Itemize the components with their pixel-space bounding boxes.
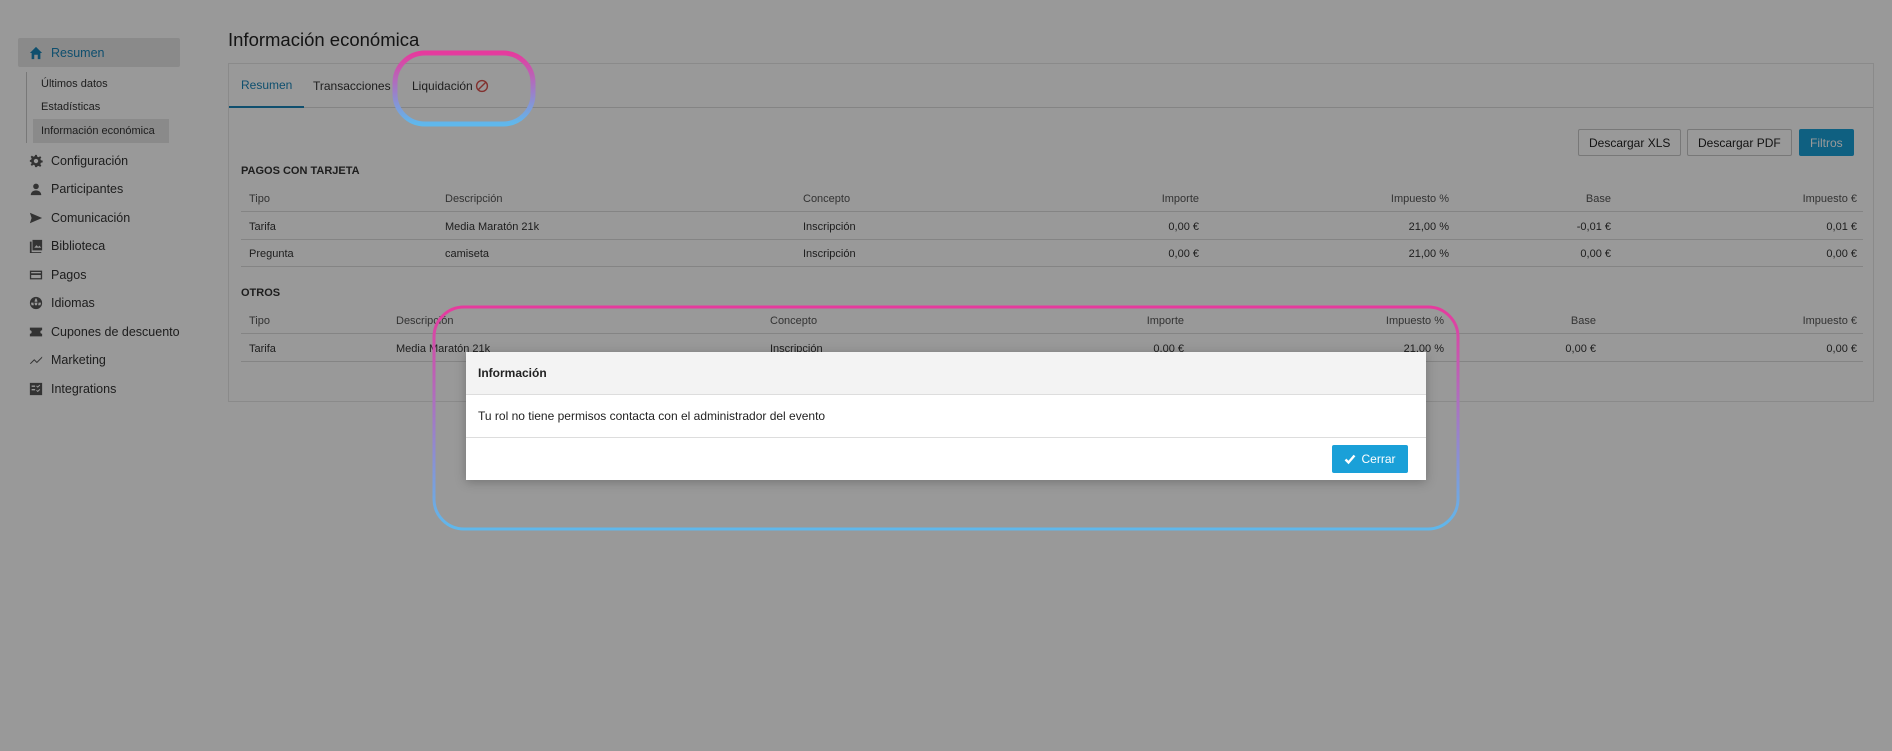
app: Resumen Últimos datos Estadísticas Infor… (0, 0, 1892, 751)
highlight-ring-liquidacion-tab (392, 50, 536, 127)
highlight-annotations (392, 50, 1460, 531)
highlight-ring-dialog (432, 305, 1460, 531)
